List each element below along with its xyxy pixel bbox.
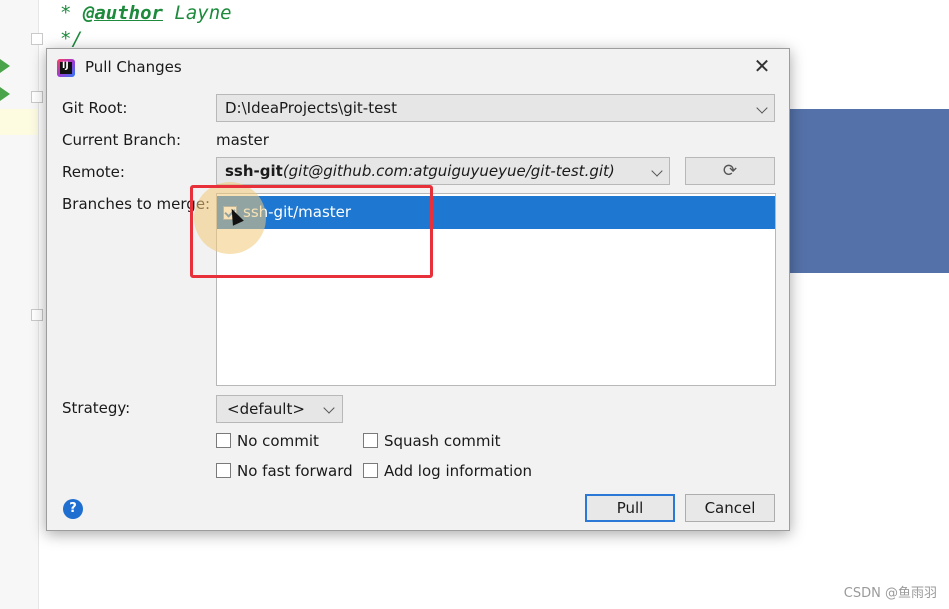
fold-marker-icon[interactable] <box>31 91 43 103</box>
strategy-value: <default> <box>227 400 305 418</box>
chevron-down-icon <box>651 165 663 177</box>
fold-marker-icon[interactable] <box>31 309 43 321</box>
run-gutter-icon[interactable] <box>0 59 10 73</box>
chevron-down-icon <box>323 402 335 414</box>
current-branch-value: master <box>216 131 269 149</box>
chevron-down-icon <box>756 102 768 114</box>
cancel-button[interactable]: Cancel <box>685 494 775 522</box>
refresh-remotes-button[interactable]: ⟳ <box>685 157 775 185</box>
branches-to-merge-label: Branches to merge: <box>62 195 211 213</box>
dialog-title: Pull Changes <box>85 58 182 76</box>
no-commit-checkbox[interactable]: No commit <box>216 432 319 450</box>
git-root-value: D:\IdeaProjects\git-test <box>225 99 398 117</box>
fold-marker-icon[interactable] <box>31 33 43 45</box>
strategy-label: Strategy: <box>62 399 131 417</box>
annotation-frame <box>190 185 433 278</box>
squash-commit-checkbox[interactable]: Squash commit <box>363 432 501 450</box>
intellij-app-icon: IJ <box>57 59 75 77</box>
code-comment-end: */ <box>60 28 83 50</box>
checkbox-icon <box>363 463 378 478</box>
code-comment-author: * @author Layne <box>60 2 232 24</box>
checkbox-icon <box>216 463 231 478</box>
remote-url: (git@github.com:atguiguyueyue/git-test.g… <box>282 162 615 180</box>
refresh-icon: ⟳ <box>722 161 738 181</box>
add-log-information-checkbox[interactable]: Add log information <box>363 462 532 480</box>
current-branch-label: Current Branch: <box>62 131 182 149</box>
editor-selection-block <box>788 109 949 273</box>
current-line-highlight <box>0 109 38 135</box>
pull-changes-dialog: IJ Pull Changes ✕ Git Root: D:\IdeaProje… <box>46 48 790 531</box>
remote-select[interactable]: ssh-git(git@github.com:atguiguyueyue/git… <box>216 157 670 185</box>
help-icon[interactable]: ? <box>63 499 83 519</box>
git-root-label: Git Root: <box>62 99 128 117</box>
watermark: CSDN @鱼雨羽 <box>843 586 937 601</box>
remote-label: Remote: <box>62 163 125 181</box>
checkbox-icon <box>363 433 378 448</box>
run-gutter-icon[interactable] <box>0 87 10 101</box>
close-icon[interactable]: ✕ <box>751 55 773 77</box>
pull-button[interactable]: Pull <box>585 494 675 522</box>
checkbox-icon <box>216 433 231 448</box>
strategy-select[interactable]: <default> <box>216 395 343 423</box>
no-fast-forward-checkbox[interactable]: No fast forward <box>216 462 353 480</box>
git-root-select[interactable]: D:\IdeaProjects\git-test <box>216 94 775 122</box>
dialog-titlebar: IJ Pull Changes ✕ <box>47 49 789 85</box>
remote-name: ssh-git <box>225 162 283 180</box>
